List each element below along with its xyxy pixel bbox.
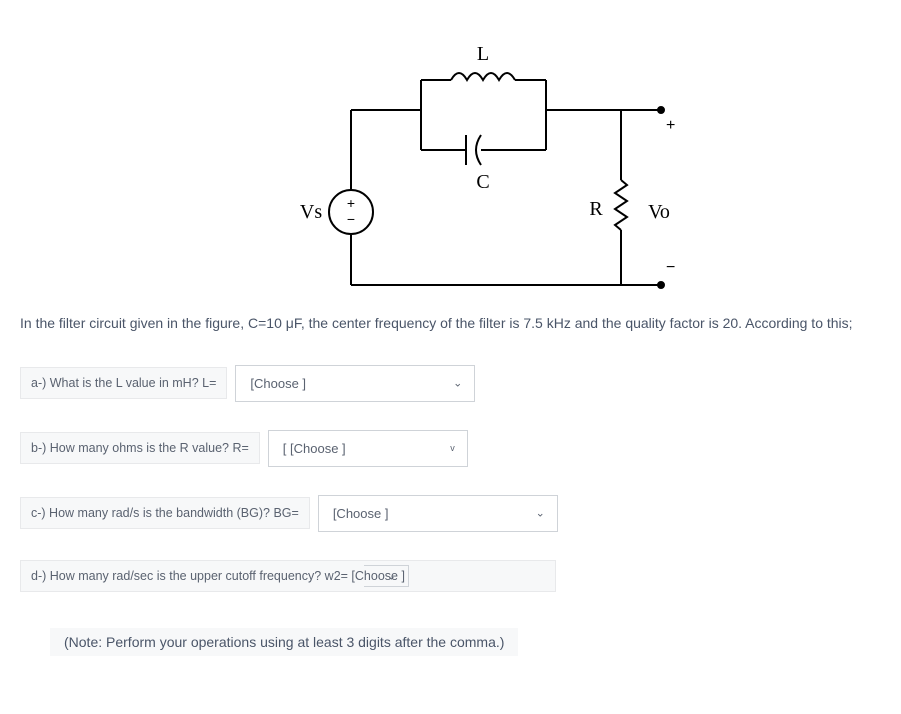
note-text: (Note: Perform your operations using at … <box>50 628 518 656</box>
question-b-dropdown[interactable]: [ [Choose ] v <box>268 430 468 467</box>
label-R: R <box>589 198 603 220</box>
note-row: (Note: Perform your operations using at … <box>20 628 518 656</box>
problem-statement: In the filter circuit given in the figur… <box>20 310 881 337</box>
label-L: L <box>476 43 488 65</box>
chevron-down-icon: v <box>450 443 455 453</box>
question-b-row: b-) How many ohms is the R value? R= [ [… <box>20 430 881 467</box>
circuit-svg: + − L C R Vs Vo + − <box>151 20 751 300</box>
question-d-dropdown[interactable]: ⌄ <box>364 565 409 587</box>
circuit-diagram: + − L C R Vs Vo + − <box>151 20 751 300</box>
question-c-dropdown[interactable]: [Choose ] ⌄ <box>318 495 558 532</box>
question-d-row: d-) How many rad/sec is the upper cutoff… <box>20 560 881 592</box>
chevron-down-icon: ⌄ <box>453 377 462 390</box>
chevron-down-icon: ⌄ <box>536 507 545 520</box>
label-C: C <box>476 171 489 193</box>
vo-minus: − <box>666 259 675 276</box>
question-a-label: a-) What is the L value in mH? L= <box>20 367 227 399</box>
question-d-label-text: d-) How many rad/sec is the upper cutoff… <box>31 569 405 583</box>
label-Vo: Vo <box>648 201 670 223</box>
question-a-dropdown[interactable]: [Choose ] ⌄ <box>235 365 475 402</box>
question-c-placeholder: [Choose ] <box>333 506 389 521</box>
chevron-down-icon: ⌄ <box>387 569 396 582</box>
question-b-placeholder: [ [Choose ] <box>283 441 346 456</box>
question-c-row: c-) How many rad/s is the bandwidth (BG)… <box>20 495 881 532</box>
question-a-placeholder: [Choose ] <box>250 376 306 391</box>
question-d-label: d-) How many rad/sec is the upper cutoff… <box>20 560 556 592</box>
vo-plus: + <box>666 117 675 134</box>
source-plus: + <box>346 195 354 211</box>
question-b-label: b-) How many ohms is the R value? R= <box>20 432 260 464</box>
label-Vs: Vs <box>299 201 321 223</box>
question-c-label: c-) How many rad/s is the bandwidth (BG)… <box>20 497 310 529</box>
question-a-row: a-) What is the L value in mH? L= [Choos… <box>20 365 881 402</box>
source-minus: − <box>346 211 354 227</box>
